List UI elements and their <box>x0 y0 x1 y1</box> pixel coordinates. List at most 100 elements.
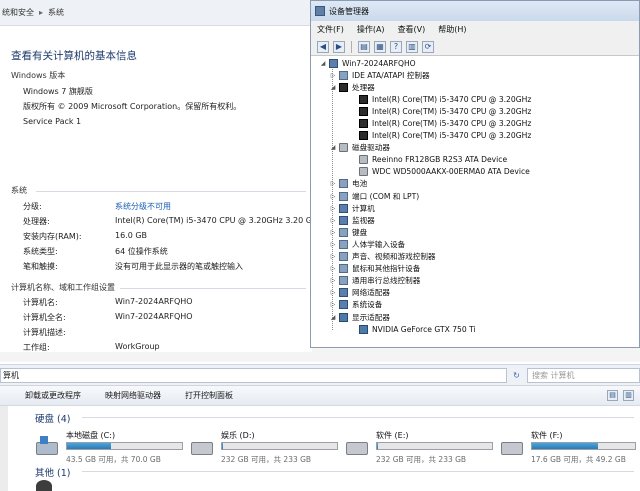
drive-usage-bar <box>531 442 636 450</box>
expand-icon[interactable]: ▷ <box>329 253 337 260</box>
tree-node-label: 计算机 <box>352 203 375 213</box>
tree-device[interactable]: Intel(R) Core(TM) i5-3470 CPU @ 3.20GHz <box>349 105 531 117</box>
help-icon[interactable]: ? <box>390 40 402 53</box>
device-disk-icon <box>359 155 368 165</box>
forward-icon[interactable]: ▶ <box>333 40 345 53</box>
drive-free-space: 43.5 GB 可用，共 70.0 GB <box>66 455 161 464</box>
device-pc-icon <box>339 215 348 225</box>
tree-node-label: 处理器 <box>352 82 375 92</box>
tree-node-label: 系统设备 <box>352 300 383 310</box>
tree-category[interactable]: ▷ 通用串行总线控制器 <box>329 275 420 287</box>
address-input[interactable]: 算机 <box>0 368 507 383</box>
device-gen-icon <box>339 252 348 261</box>
drive-c[interactable]: 本地磁盘 (C:) 43.5 GB 可用，共 70.0 GB <box>26 426 183 470</box>
command-bar: 卸载或更改程序 映射网络驱动器 打开控制面板 ▤ ▥ <box>0 386 640 406</box>
window-title: 设备管理器 <box>329 6 369 16</box>
tree-category[interactable]: ▷ 电池 <box>329 178 367 190</box>
preview-pane-icon[interactable]: ▥ <box>623 390 634 401</box>
tree-root[interactable]: ◢ Win7-2024ARFQHO <box>319 57 416 69</box>
ram-label: 安装内存(RAM): <box>23 232 82 241</box>
tree-category[interactable]: ▷ 鼠标和其他指针设备 <box>329 263 420 275</box>
properties-icon[interactable]: ▦ <box>374 40 386 53</box>
menu-action[interactable]: 操作(A) <box>357 24 385 35</box>
tree-category[interactable]: ▷ 键盘 <box>329 226 367 238</box>
open-control-panel-button[interactable]: 打开控制面板 <box>173 390 245 401</box>
rating-link[interactable]: 系统分级不可用 <box>115 201 171 212</box>
expand-icon[interactable]: ▷ <box>329 205 337 212</box>
drive-name: 软件 (F:) <box>531 431 563 440</box>
menu-help[interactable]: 帮助(H) <box>438 24 466 35</box>
uninstall-program-button[interactable]: 卸载或更改程序 <box>0 390 93 401</box>
drive-f[interactable]: 软件 (F:) 17.6 GB 可用，共 49.2 GB <box>491 426 640 470</box>
hard-drive-icon <box>191 442 213 455</box>
drive-usage-fill <box>377 443 379 449</box>
expand-icon[interactable]: ▷ <box>329 72 337 79</box>
toolbar: ◀ ▶ ▤ ▦ ? ▥ ⟳ <box>311 38 639 56</box>
tree-device[interactable]: NVIDIA GeForce GTX 750 Ti <box>349 323 476 335</box>
expand-icon[interactable]: ▷ <box>329 217 337 224</box>
device-cpu-icon <box>339 82 348 92</box>
tree-node-label: Intel(R) Core(TM) i5-3470 CPU @ 3.20GHz <box>372 131 532 140</box>
tree-node-label: 网络适配器 <box>352 288 390 298</box>
collapse-icon[interactable]: ◢ <box>329 144 337 151</box>
other-group-title[interactable]: 其他 (1) <box>35 465 70 479</box>
tree-category[interactable]: ◢ 显示适配器 <box>329 311 390 323</box>
expand-icon[interactable]: ▷ <box>329 265 337 272</box>
drive-e[interactable]: 软件 (E:) 232 GB 可用，共 233 GB <box>336 426 493 470</box>
tree-category[interactable]: ▷ 监视器 <box>329 214 375 226</box>
tree-category[interactable]: ▷ IDE ATA/ATAPI 控制器 <box>329 69 430 81</box>
tree-device[interactable]: Intel(R) Core(TM) i5-3470 CPU @ 3.20GHz <box>349 93 531 105</box>
hard-disks-group-title[interactable]: 硬盘 (4) <box>35 411 70 425</box>
workgroup-value: WorkGroup <box>115 342 160 351</box>
tree-category[interactable]: ◢ 处理器 <box>329 81 375 93</box>
tree-node-label: Intel(R) Core(TM) i5-3470 CPU @ 3.20GHz <box>372 118 532 128</box>
tree-device[interactable]: Intel(R) Core(TM) i5-3470 CPU @ 3.20GHz <box>349 117 531 129</box>
device-manager-titlebar[interactable]: 设备管理器 <box>311 1 639 21</box>
tree-category[interactable]: ▷ 网络适配器 <box>329 287 390 299</box>
system-drive-icon <box>36 436 58 455</box>
refresh-icon[interactable]: ↻ <box>510 369 523 382</box>
tree-device[interactable]: WDC WD5000AAKX-00ERMA0 ATA Device <box>349 166 530 178</box>
pen-touch-value: 没有可用于此显示器的笔或触控输入 <box>115 262 243 271</box>
device-disk-icon <box>339 143 348 153</box>
collapse-icon[interactable]: ◢ <box>319 60 327 67</box>
scan-icon[interactable]: ⟳ <box>422 40 434 53</box>
expand-icon[interactable]: ▷ <box>329 289 337 296</box>
drive-d[interactable]: 娱乐 (D:) 232 GB 可用，共 233 GB <box>181 426 338 470</box>
menu-file[interactable]: 文件(F) <box>317 24 344 35</box>
rating-label: 分级: <box>23 202 42 211</box>
tree-category[interactable]: ▷ 人体学输入设备 <box>329 238 405 250</box>
expand-icon[interactable]: ▷ <box>329 301 337 308</box>
tree-device[interactable]: Intel(R) Core(TM) i5-3470 CPU @ 3.20GHz <box>349 130 531 142</box>
group-divider <box>82 471 634 472</box>
breadcrumb-item-security[interactable]: 统和安全 <box>2 7 34 18</box>
expand-icon[interactable]: ▷ <box>329 193 337 200</box>
expand-icon[interactable]: ▷ <box>329 229 337 236</box>
tree-category[interactable]: ▷ 系统设备 <box>329 299 382 311</box>
tree-root-label: Win7-2024ARFQHO <box>342 58 416 68</box>
details-icon[interactable]: ▥ <box>406 40 418 53</box>
menu-view[interactable]: 查看(V) <box>398 24 426 35</box>
expand-icon[interactable]: ▷ <box>329 180 337 187</box>
tree-category[interactable]: ▷ 端口 (COM 和 LPT) <box>329 190 419 202</box>
map-network-drive-button[interactable]: 映射网络驱动器 <box>93 390 173 401</box>
tree-node-label: 键盘 <box>352 227 368 237</box>
collapse-icon[interactable]: ◢ <box>329 84 337 91</box>
explorer-window: 算机 ↻ 搜索 计算机 卸载或更改程序 映射网络驱动器 打开控制面板 ▤ ▥ 硬… <box>0 352 640 491</box>
collapse-icon[interactable]: ◢ <box>329 314 337 321</box>
expand-icon[interactable]: ▷ <box>329 241 337 248</box>
tree-device[interactable]: Reeinno FR128GB R2S3 ATA Device <box>349 154 507 166</box>
view-options-icon[interactable]: ▤ <box>607 390 618 401</box>
tree-category[interactable]: ▷ 声音、视频和游戏控制器 <box>329 251 436 263</box>
breadcrumb-item-system[interactable]: 系统 <box>48 7 64 18</box>
other-device-icon[interactable] <box>36 480 52 491</box>
tree-node-label: 鼠标和其他指针设备 <box>352 264 421 274</box>
back-icon[interactable]: ◀ <box>317 40 329 53</box>
menu-bar: 文件(F) 操作(A) 查看(V) 帮助(H) <box>311 21 639 38</box>
device-manager-icon <box>315 6 325 16</box>
expand-icon[interactable]: ▷ <box>329 277 337 284</box>
search-input[interactable]: 搜索 计算机 <box>527 368 640 383</box>
tree-category[interactable]: ▷ 计算机 <box>329 202 375 214</box>
console-icon[interactable]: ▤ <box>358 40 370 53</box>
tree-category[interactable]: ◢ 磁盘驱动器 <box>329 142 390 154</box>
